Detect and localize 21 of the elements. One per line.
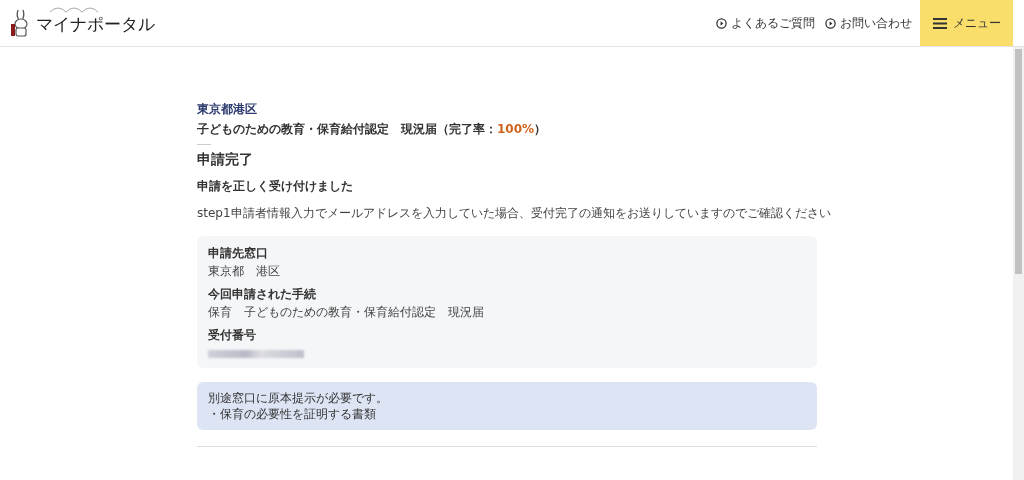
nav-link[interactable]: お問い合わせ xyxy=(825,0,912,46)
detail-label: 申請先窓口 xyxy=(208,245,269,262)
subheading: 申請を正しく受け付けました xyxy=(197,178,354,195)
menu-button[interactable]: メニュー xyxy=(920,0,1013,46)
message-text: step1申請者情報入力でメールアドレスを入力していた場合、受付完了の通知をお送りしていますのでご確認ください xyxy=(197,205,832,222)
detail-value: 東京都 港区 xyxy=(208,263,281,280)
page-heading: 申請完了 xyxy=(197,151,254,169)
menu-icon xyxy=(932,17,947,29)
play-circle-icon xyxy=(825,17,836,29)
scroll-thumb[interactable] xyxy=(1015,49,1022,274)
scrollbar[interactable] xyxy=(1013,47,1024,480)
notice-text: 別途窓口に原本提示が必要です。 xyxy=(208,390,389,406)
procedure-title: 子どものための教育・保育給付認定 現況届（完了率：100%） xyxy=(197,121,548,138)
notice-text: ・保育の必要性を証明する書類 xyxy=(208,406,377,422)
municipality-label: 東京都港区 xyxy=(197,101,258,118)
nav-link[interactable]: よくあるご質問 xyxy=(716,0,815,46)
play-circle-icon xyxy=(716,17,727,29)
detail-label: 今回申請された手続 xyxy=(208,286,317,303)
logo-text[interactable]: マイナポータル xyxy=(36,12,155,36)
detail-value: 保育 子どものための教育・保育給付認定 現況届 xyxy=(208,304,485,321)
detail-label: 受付番号 xyxy=(208,327,257,344)
